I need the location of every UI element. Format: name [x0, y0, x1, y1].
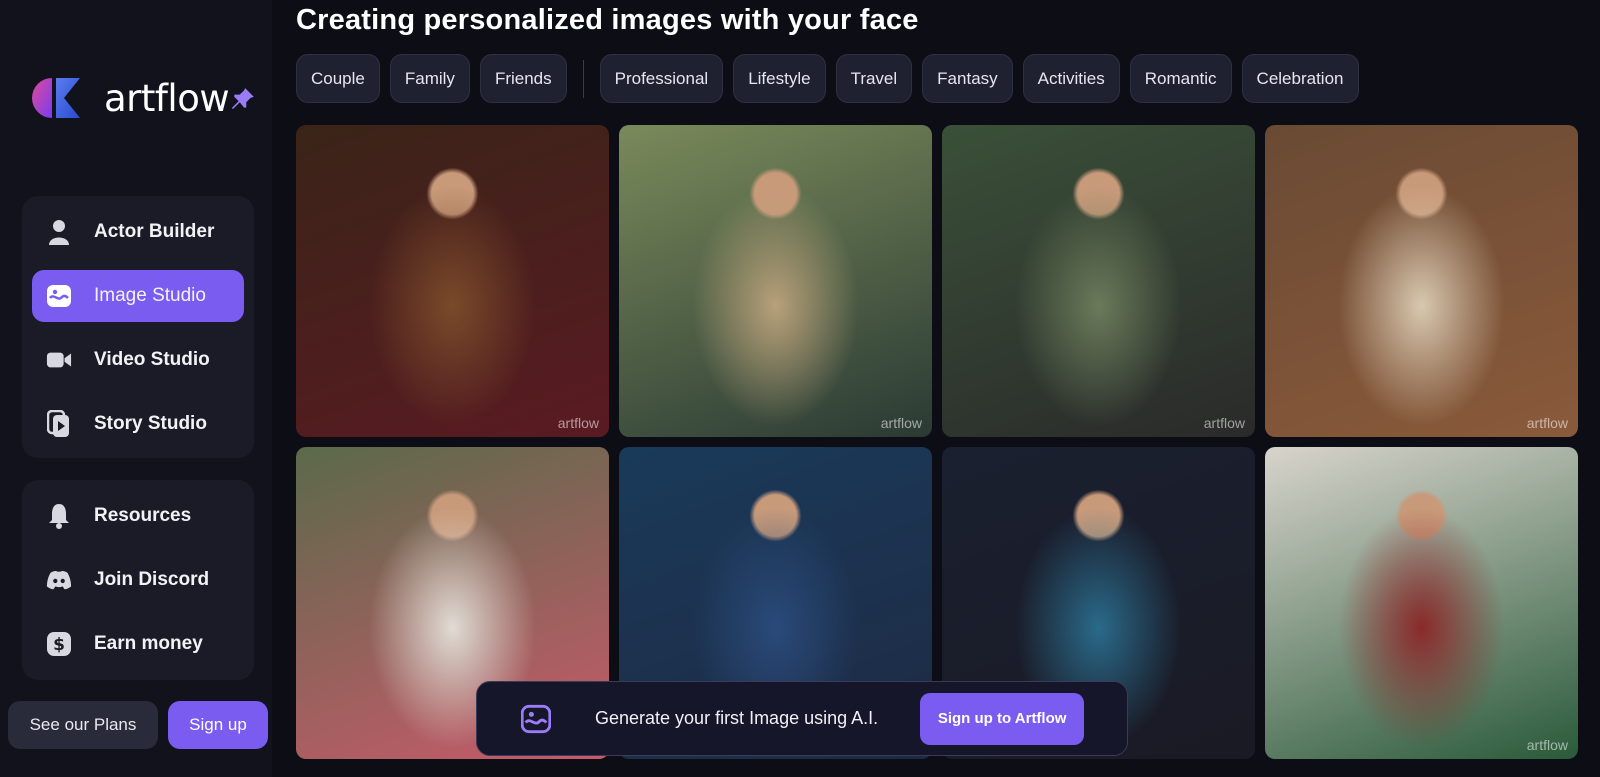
nav-resources[interactable]: Resources: [32, 490, 244, 542]
signup-banner: Generate your first Image using A.I. Sig…: [476, 681, 1128, 756]
category-chips: Couple Family Friends Professional Lifestyle…: [296, 54, 1369, 103]
video-camera-icon: [46, 347, 72, 373]
category-chip-couple[interactable]: Couple: [296, 54, 380, 103]
category-chip-fantasy[interactable]: Fantasy: [922, 54, 1013, 103]
sidebar: artflow Actor Builder Image Studio Video…: [0, 0, 272, 777]
watermark-text: artflow: [880, 415, 922, 431]
category-chip-romantic[interactable]: Romantic: [1129, 54, 1232, 103]
samurai-bamboo-image[interactable]: artflow: [942, 125, 1255, 437]
nav-join-discord[interactable]: Join Discord: [32, 554, 244, 606]
woman-sweater-cozy-image[interactable]: artflow: [1265, 125, 1578, 437]
bell-icon: [46, 503, 72, 529]
nav-image-studio[interactable]: Image Studio: [32, 270, 244, 322]
category-chip-family[interactable]: Family: [389, 54, 470, 103]
watermark-text: artflow: [557, 415, 599, 431]
category-chip-travel[interactable]: Travel: [835, 54, 913, 103]
nav-video-studio[interactable]: Video Studio: [32, 334, 244, 386]
woman-trench-coat-image[interactable]: artflow: [619, 125, 932, 437]
nav-earn-money[interactable]: $ Earn money: [32, 618, 244, 670]
man-christmas-gifts-image[interactable]: artflow: [1265, 447, 1578, 759]
sign-up-to-artflow-button[interactable]: Sign up to Artflow: [920, 692, 1085, 745]
page-title: Creating personalized images with your f…: [296, 4, 919, 36]
secondary-nav: Resources Join Discord $ Earn money: [22, 480, 254, 680]
watermark-text: artflow: [1526, 415, 1568, 431]
primary-nav: Actor Builder Image Studio Video Studio …: [22, 196, 254, 458]
story-icon: [46, 410, 72, 437]
category-chip-professional[interactable]: Professional: [599, 54, 724, 103]
image-icon: [46, 283, 72, 309]
nav-label: Actor Builder: [94, 221, 215, 242]
nav-actor-builder[interactable]: Actor Builder: [32, 206, 244, 258]
pin-icon[interactable]: [230, 86, 256, 112]
nav-story-studio[interactable]: Story Studio: [32, 398, 244, 450]
artflow-logo-icon: [32, 78, 80, 118]
chip-divider: [582, 59, 584, 98]
category-chip-celebration[interactable]: Celebration: [1241, 54, 1359, 103]
watermark-text: artflow: [1203, 415, 1245, 431]
person-icon: [46, 219, 72, 245]
brand-name: artflow: [104, 76, 230, 120]
category-chip-friends[interactable]: Friends: [479, 54, 567, 103]
nav-label: Video Studio: [94, 349, 210, 370]
couple-dancing-image[interactable]: artflow: [296, 125, 609, 437]
svg-text:$: $: [53, 635, 65, 655]
category-chip-lifestyle[interactable]: Lifestyle: [733, 54, 826, 103]
dollar-icon: $: [46, 631, 72, 657]
watermark-text: artflow: [1526, 737, 1568, 753]
nav-label: Earn money: [94, 633, 203, 654]
see-plans-button[interactable]: See our Plans: [8, 701, 158, 749]
nav-label: Image Studio: [94, 285, 206, 306]
image-icon: [521, 704, 551, 733]
brand-logo[interactable]: artflow: [30, 74, 230, 122]
banner-text: Generate your first Image using A.I.: [595, 708, 879, 728]
sign-up-button[interactable]: Sign up: [168, 701, 268, 749]
discord-icon: [46, 567, 72, 593]
nav-label: Join Discord: [94, 569, 210, 590]
nav-label: Resources: [94, 505, 192, 526]
nav-label: Story Studio: [94, 413, 207, 434]
category-chip-activities[interactable]: Activities: [1022, 54, 1120, 103]
